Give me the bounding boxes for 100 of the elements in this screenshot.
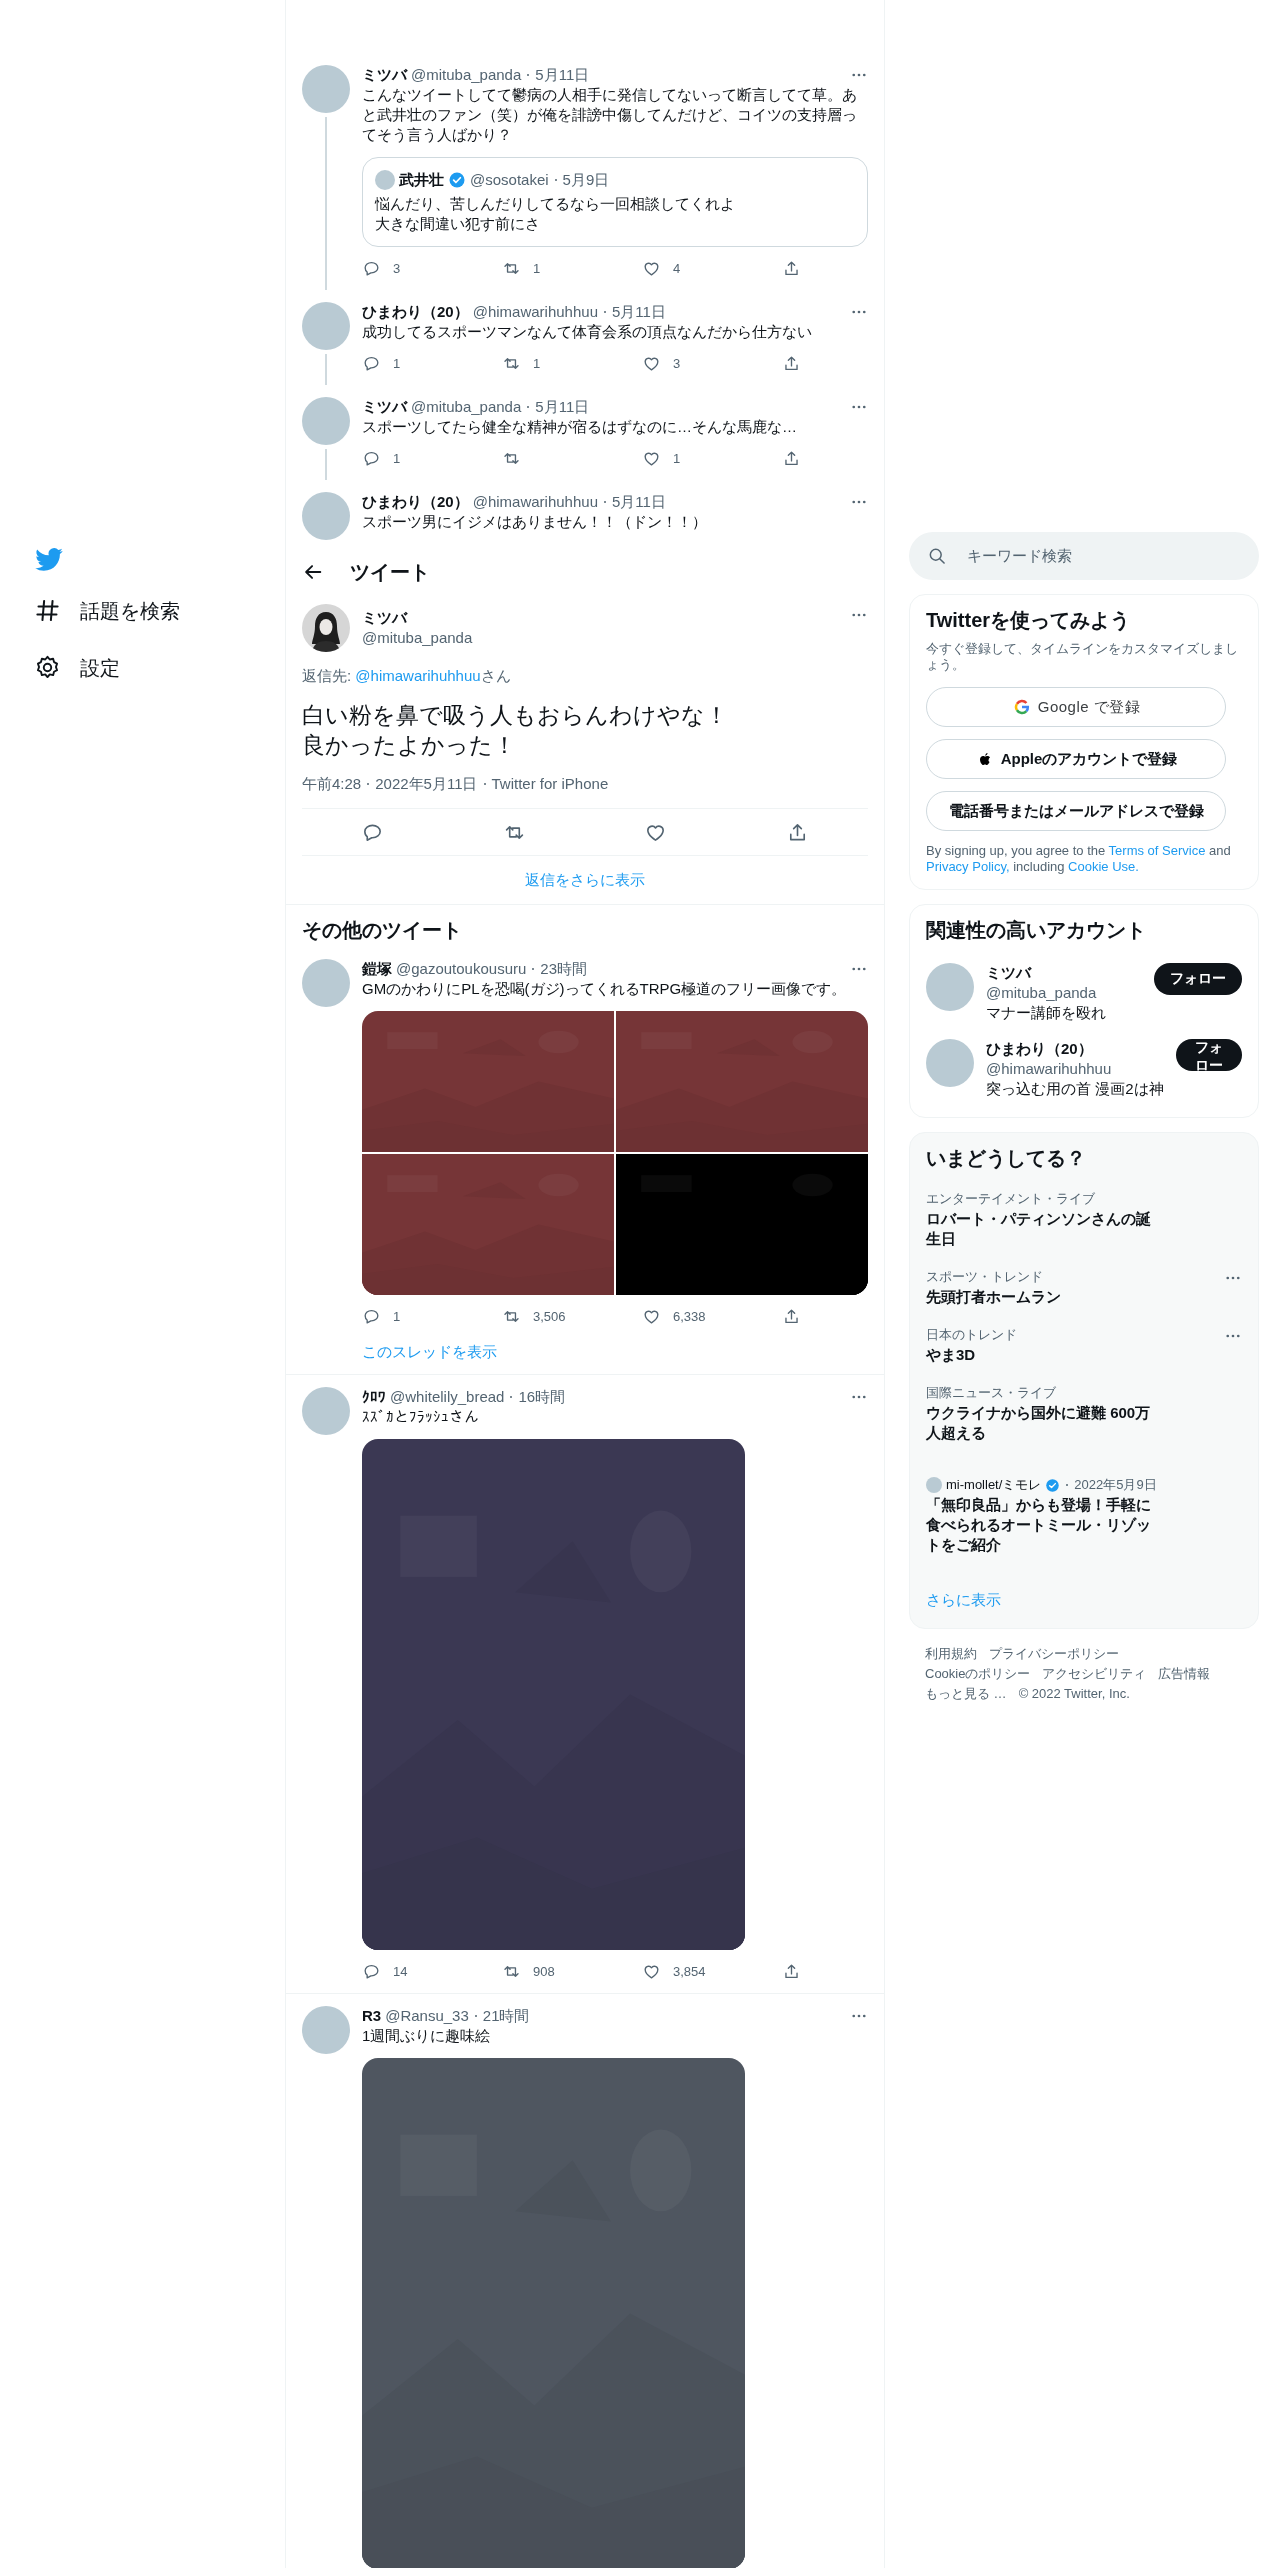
reply-button[interactable]: 14 <box>362 1962 408 1981</box>
trend-category: 日本のトレンド <box>926 1327 1018 1343</box>
like-button[interactable]: 3 <box>642 354 681 373</box>
tweet-source[interactable]: Twitter for iPhone <box>491 774 609 794</box>
share-button[interactable] <box>782 354 801 373</box>
trend-category: 国際ニュース・ライブ <box>926 1385 1057 1401</box>
share-button[interactable] <box>782 1307 801 1326</box>
like-button[interactable]: 6,338 <box>642 1307 706 1326</box>
user-name[interactable]: 鎧塚 <box>362 959 392 979</box>
avatar[interactable] <box>302 604 350 652</box>
like-button[interactable]: 1 <box>642 449 681 468</box>
news-title[interactable]: 「無印良品」からも登場！手軽に食べられるオートミール・リゾットをご紹介 <box>926 1495 1158 1555</box>
user-handle[interactable]: @mituba_panda <box>986 983 1142 1003</box>
tweet-time[interactable]: 16時間 <box>518 1387 566 1407</box>
user-handle[interactable]: @himawarihuhhuu <box>472 302 598 322</box>
footer-link[interactable]: プライバシーポリシー <box>989 1645 1119 1663</box>
news-time: 2022年5月9日 <box>1074 1477 1157 1493</box>
share-icon <box>782 1307 801 1326</box>
user-name[interactable]: ひまわり（20） <box>362 302 469 322</box>
quote-text: 大きな間違い犯す前にさ <box>375 214 541 234</box>
footer-link[interactable]: もっと見る … <box>925 1685 1007 1703</box>
tweet-text: スポーツしてたら健全な精神が宿るはずなのに…そんな馬鹿な… <box>362 417 798 437</box>
footer-link[interactable]: 利用規約 <box>925 1645 977 1663</box>
follow-button[interactable]: フォロー <box>1154 963 1242 995</box>
footer-link[interactable]: アクセシビリティ <box>1042 1665 1147 1683</box>
reply-icon <box>362 449 381 468</box>
tweet-time[interactable]: 5月11日 <box>535 397 590 417</box>
user-name[interactable]: ｸﾛﾜ <box>362 1387 386 1407</box>
user-name[interactable]: ミツバ <box>986 963 1142 983</box>
card-title: 関連性の高いアカウント <box>926 918 1147 943</box>
user-handle[interactable]: @mituba_panda <box>362 628 838 648</box>
reply-icon <box>362 259 381 278</box>
signup-button[interactable]: Appleのアカウントで登録 <box>926 739 1226 779</box>
share-button[interactable] <box>782 1962 801 1981</box>
tweet-time[interactable]: 5月11日 <box>535 65 590 85</box>
reply-button[interactable]: 3 <box>362 259 401 278</box>
tweet-time[interactable]: 21時間 <box>482 2006 530 2026</box>
share-button[interactable] <box>782 259 801 278</box>
retweet-button[interactable]: 3,506 <box>502 1307 566 1326</box>
footer-link[interactable]: 広告情報 <box>1158 1665 1211 1683</box>
hash-icon <box>34 597 61 624</box>
user-handle[interactable]: @gazoutoukousuru <box>396 959 527 979</box>
reply-button[interactable]: 1 <box>362 354 401 373</box>
reply-button[interactable]: 1 <box>362 449 401 468</box>
user-name[interactable]: ミツバ <box>362 65 407 85</box>
share-button[interactable] <box>782 449 801 468</box>
user-handle[interactable]: @himawarihuhhuu <box>472 492 598 512</box>
section-title: その他のツイート <box>301 918 463 943</box>
reply-button[interactable]: 1 <box>362 1307 401 1326</box>
user-name[interactable]: ミツバ <box>362 608 838 628</box>
user-name[interactable]: ひまわり（20） <box>986 1039 1164 1059</box>
tweet-time[interactable]: 5月11日 <box>612 492 666 512</box>
tweet-time: 5月9日 <box>562 170 610 190</box>
user-name[interactable]: R3 <box>362 2006 382 2026</box>
quote-text: 悩んだり、苦しんだりしてるなら一回相談してくれよ <box>375 194 736 214</box>
tweet-text: 1週間ぶりに趣味絵 <box>362 2026 492 2046</box>
tweet-date[interactable]: 2022年5月11日 <box>375 774 478 794</box>
like-button[interactable]: 4 <box>642 259 681 278</box>
retweet-button[interactable]: 1 <box>502 354 541 373</box>
quoted-tweet[interactable]: 武井壮 @sosotakei 5月9日 悩んだり、苦しんだりしてるなら一回相談してくれよ 大きな間違い犯す前にさ <box>362 157 868 247</box>
avatar <box>375 170 395 190</box>
nav-item[interactable]: 話題を検索 <box>0 582 285 639</box>
user-handle[interactable]: @mituba_panda <box>411 397 522 417</box>
signup-button[interactable]: Google で登録 <box>926 687 1226 727</box>
nav-item[interactable]: 設定 <box>0 639 285 696</box>
reply-icon <box>362 1307 381 1326</box>
user-handle[interactable]: @himawarihuhhuu <box>986 1059 1164 1079</box>
user-name: 武井壮 <box>399 170 444 190</box>
like-button[interactable]: 3,854 <box>642 1962 706 1981</box>
avatar <box>926 1477 942 1493</box>
tweet-time[interactable]: 5月11日 <box>612 302 666 322</box>
user-handle[interactable]: @Ransu_33 <box>385 2006 469 2026</box>
user-name[interactable]: ミツバ <box>362 397 407 417</box>
user-name[interactable]: ひまわり（20） <box>362 492 469 512</box>
copyright-text: © 2022 Twitter, Inc. <box>1018 1685 1130 1703</box>
card-title: Twitterを使ってみよう <box>926 608 1132 633</box>
tweet-time[interactable]: 午前4:28 <box>302 774 362 794</box>
news-source: mi-mollet/ミモレ <box>946 1477 1042 1493</box>
card-title: いまどうしてる？ <box>926 1146 1087 1171</box>
follow-button[interactable]: フォロー <box>1175 1039 1242 1071</box>
trend-title[interactable]: ウクライナから国外に避難 600万人超える <box>926 1403 1158 1443</box>
reply-icon <box>362 1962 381 1981</box>
share-icon <box>782 259 801 278</box>
trend-title[interactable]: ロバート・パティンソンさんの誕生日 <box>926 1209 1158 1249</box>
tweet-text: こんなツイートしてて鬱病の人相手に発信してないって断言してて草。あと武井壮のファン（笑）が俺を誹謗中傷してんだけど、コイツの支持層ってそう言う人ばかり？ <box>362 85 858 145</box>
search-field[interactable]: キーワード検索 <box>909 532 1259 580</box>
share-icon <box>782 354 801 373</box>
user-handle[interactable]: @whitelily_bread <box>390 1387 505 1407</box>
share-icon <box>782 1962 801 1981</box>
user-handle: @sosotakei <box>470 170 549 190</box>
retweet-button[interactable]: 908 <box>502 1962 555 1981</box>
footer-link[interactable]: Cookieのポリシー <box>925 1665 1031 1683</box>
trend-title[interactable]: やま3D <box>926 1345 1158 1365</box>
signup-button[interactable]: 電話番号またはメールアドレスで登録 <box>926 791 1226 831</box>
tweet-text: スポーツ男にイジメはありません！！（ドン！！） <box>362 512 708 532</box>
tweet-time[interactable]: 23時間 <box>540 959 587 979</box>
retweet-button[interactable]: 1 <box>502 259 541 278</box>
user-bio: マナー講師を殴れ <box>986 1003 1107 1023</box>
user-handle[interactable]: @mituba_panda <box>411 65 522 85</box>
trend-title[interactable]: 先頭打者ホームラン <box>926 1287 1158 1307</box>
